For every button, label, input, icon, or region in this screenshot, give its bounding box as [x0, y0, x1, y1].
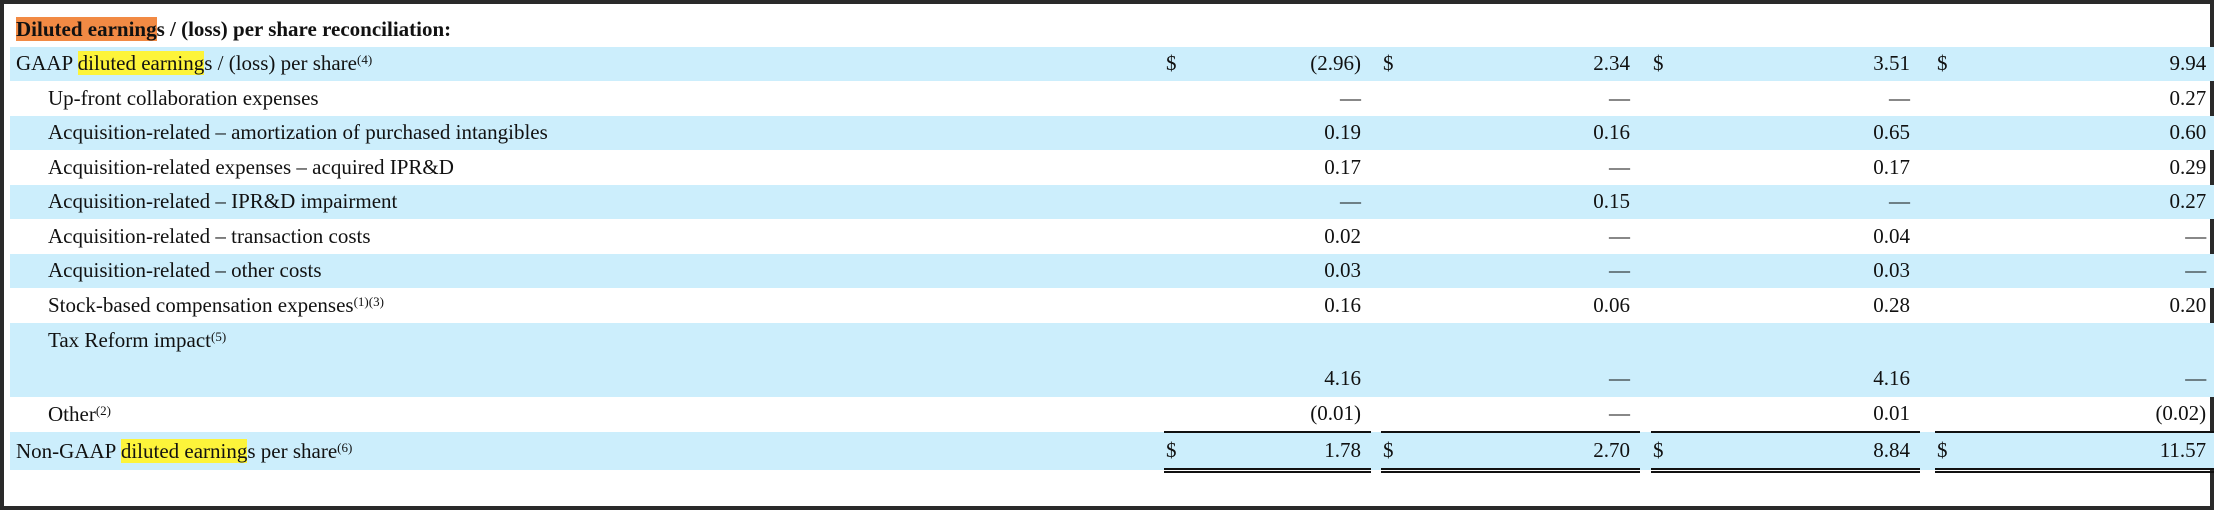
- adjustment-label: Acquisition-related – other costs: [10, 253, 1150, 288]
- adjustment-value: 0.16: [1412, 115, 1640, 150]
- adjustment-value: 0.03: [1195, 253, 1371, 288]
- adjustment-row: Other(2) (0.01) — 0.01 (0.02): [10, 397, 2214, 433]
- adjustment-value: 0.29: [2169, 154, 2207, 179]
- adjustment-value: —: [1682, 184, 1920, 219]
- adjustment-label: Up-front collaboration expenses: [48, 85, 319, 110]
- adjustment-value: 0.19: [1195, 115, 1371, 150]
- reconciliation-table: Diluted earnings / (loss) per share reco…: [10, 12, 2214, 473]
- adjustment-row: Acquisition-related – IPR&D impairment —…: [10, 184, 2214, 219]
- currency-symbol: $: [1935, 46, 1966, 81]
- heading-row: Diluted earnings / (loss) per share reco…: [10, 12, 2214, 47]
- adjustment-row: Acquisition-related expenses – acquired …: [10, 150, 2214, 185]
- adjustment-value: 0.27: [1966, 184, 2214, 219]
- currency-symbol: $: [1651, 46, 1682, 81]
- adjustment-value: 0.01: [1873, 401, 1910, 426]
- adjustment-value: 4.16: [1195, 322, 1371, 397]
- heading-rest: s / (loss) per share reconciliation:: [156, 16, 452, 41]
- footnote-ref: (6): [337, 439, 353, 455]
- gaap-value-4: 9.94: [1966, 46, 2214, 81]
- adjustment-value: —: [1195, 184, 1371, 219]
- adjustment-label: Acquisition-related expenses – acquired …: [48, 154, 454, 179]
- currency-symbol: $: [1381, 46, 1412, 81]
- gaap-row: GAAP diluted earnings / (loss) per share…: [10, 46, 2214, 81]
- gaap-value-2: 2.34: [1412, 46, 1640, 81]
- adjustment-row: Acquisition-related – amortization of pu…: [10, 115, 2214, 150]
- gaap-value-1: (2.96): [1195, 46, 1371, 81]
- non-gaap-value-1: 1.78: [1195, 431, 1371, 473]
- adjustment-value: 0.15: [1412, 184, 1640, 219]
- currency-symbol: $: [1164, 431, 1195, 473]
- heading-highlight: Diluted earning: [16, 16, 157, 41]
- adjustment-value: —: [1609, 223, 1630, 248]
- adjustment-row: Acquisition-related – transaction costs …: [10, 219, 2214, 254]
- adjustment-value: —: [1609, 401, 1630, 426]
- adjustment-value: —: [2185, 223, 2207, 248]
- document-frame: Diluted earnings / (loss) per share reco…: [0, 0, 2214, 510]
- non-gaap-row: Non-GAAP diluted earnings per share(6) $…: [10, 431, 2214, 473]
- adjustment-label: Acquisition-related – transaction costs: [48, 223, 371, 248]
- adjustment-row: Up-front collaboration expenses — — — 0.…: [10, 81, 2214, 116]
- currency-symbol: $: [1381, 431, 1412, 473]
- adjustment-value: 0.17: [1873, 154, 1910, 179]
- section-heading: Diluted earnings / (loss) per share reco…: [10, 12, 2214, 47]
- adjustment-value: (0.01): [1310, 401, 1361, 426]
- adjustment-value: —: [1609, 85, 1630, 110]
- adjustment-value: 0.65: [1682, 115, 1920, 150]
- adjustment-label: Other(2): [48, 401, 111, 426]
- adjustment-value: 0.28: [1873, 292, 1910, 317]
- gaap-value-3: 3.51: [1682, 46, 1920, 81]
- footnote-ref: (2): [95, 402, 111, 418]
- adjustment-label: Stock-based compensation expenses(1)(3): [48, 292, 384, 317]
- footnote-ref: (1)(3): [353, 293, 384, 309]
- adjustment-value: (0.02): [2155, 401, 2207, 426]
- adjustment-value: —: [1966, 253, 2214, 288]
- adjustment-value: 0.60: [1966, 115, 2214, 150]
- adjustment-value: —: [1412, 253, 1640, 288]
- adjustment-value: 0.20: [2169, 292, 2207, 317]
- gaap-highlight: diluted earning: [77, 51, 205, 76]
- adjustment-value: —: [1340, 85, 1361, 110]
- adjustment-value: 0.16: [1324, 292, 1361, 317]
- adjustment-value: 0.03: [1682, 253, 1920, 288]
- adjustment-value: —: [1412, 322, 1640, 397]
- non-gaap-value-2: 2.70: [1412, 431, 1640, 473]
- adjustment-value: 0.17: [1324, 154, 1361, 179]
- adjustment-value: —: [1889, 85, 1910, 110]
- adjustment-label: Acquisition-related – amortization of pu…: [10, 115, 1150, 150]
- adjustment-value: 0.04: [1873, 223, 1910, 248]
- adjustment-value: 4.16: [1682, 322, 1920, 397]
- non-gaap-label: Non-GAAP diluted earnings per share(6): [10, 432, 1150, 470]
- adjustment-value: —: [1609, 154, 1630, 179]
- adjustment-label: Acquisition-related – IPR&D impairment: [10, 184, 1150, 219]
- adjustment-row: Tax Reform impact(5) 4.16 — 4.16 —: [10, 322, 2214, 397]
- footnote-ref: (4): [357, 52, 373, 68]
- non-gaap-value-3: 8.84: [1682, 431, 1920, 473]
- currency-symbol: $: [1164, 46, 1195, 81]
- footnote-ref: (5): [210, 328, 227, 344]
- currency-symbol: $: [1935, 431, 1966, 473]
- adjustment-value: 0.02: [1324, 223, 1361, 248]
- adjustment-label: Tax Reform impact(5): [10, 322, 1150, 397]
- adjustment-row: Acquisition-related – other costs 0.03 —…: [10, 253, 2214, 288]
- adjustment-row: Stock-based compensation expenses(1)(3) …: [10, 288, 2214, 323]
- adjustment-value: 0.27: [2169, 85, 2207, 110]
- gaap-label: GAAP diluted earnings / (loss) per share…: [10, 46, 1150, 81]
- adjustment-value: —: [1966, 322, 2214, 397]
- currency-symbol: $: [1651, 431, 1682, 473]
- adjustment-value: 0.06: [1593, 292, 1630, 317]
- non-gaap-highlight: diluted earning: [120, 438, 248, 463]
- non-gaap-value-4: 11.57: [1966, 431, 2214, 473]
